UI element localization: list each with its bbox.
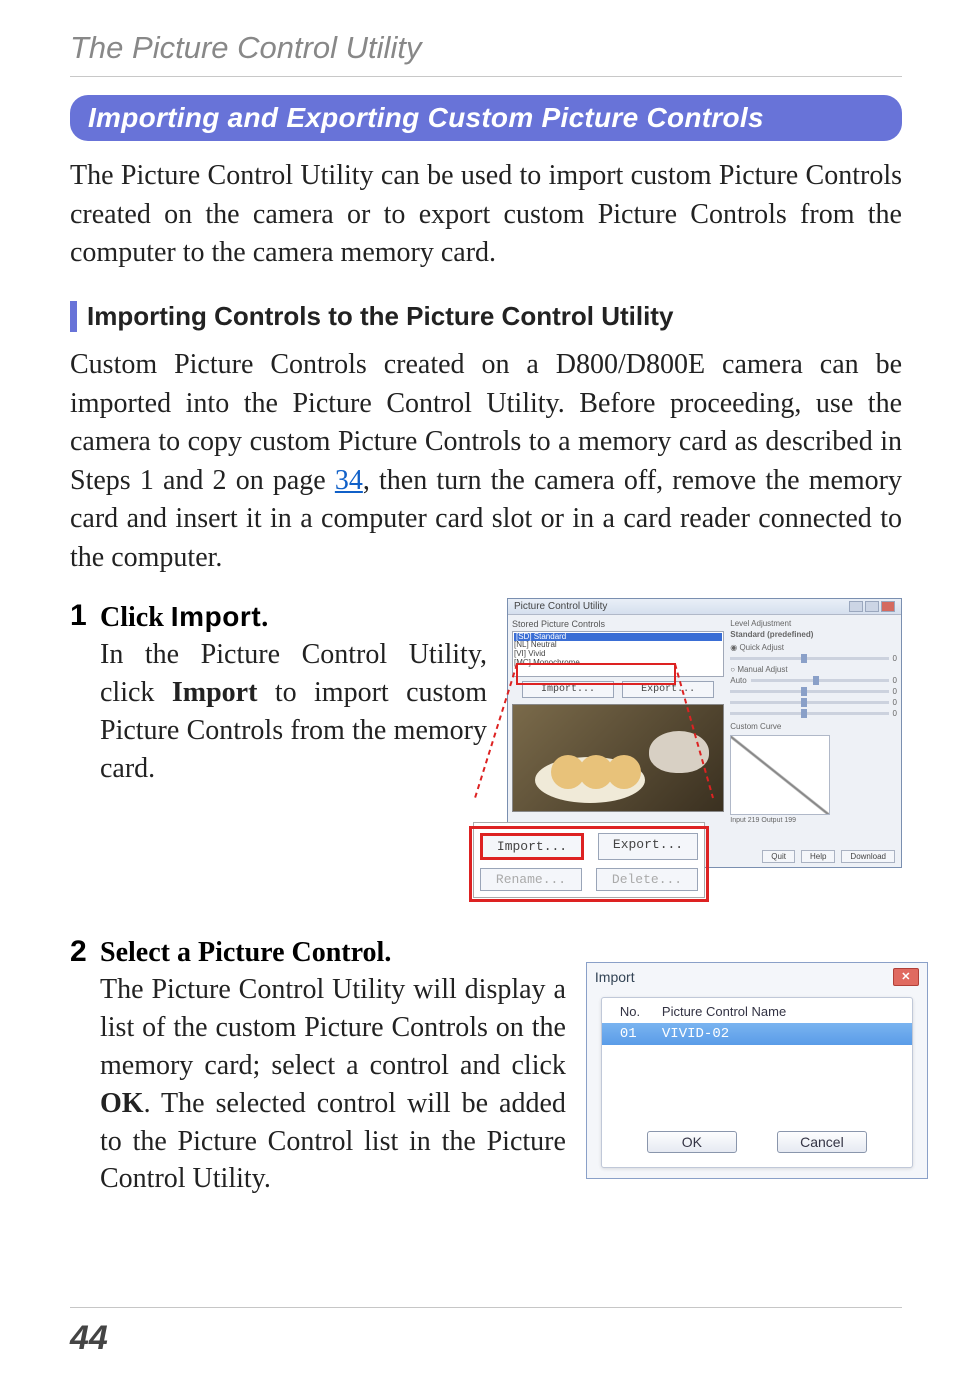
curve-io-label: Input 219 Output 199 <box>730 817 897 824</box>
import-row-name: VIVID-02 <box>662 1026 729 1042</box>
step-1-title-prefix: Click <box>100 602 171 633</box>
page-section-title: The Picture Control Utility <box>70 30 902 66</box>
pc-window-title: Picture Control Utility <box>514 601 607 612</box>
step-1: 1 Click Import. In the Picture Control U… <box>70 598 902 868</box>
close-icon[interactable]: ✕ <box>893 968 919 986</box>
ok-button[interactable]: OK <box>647 1131 737 1153</box>
section-heading: Importing and Exporting Custom Picture C… <box>70 95 902 141</box>
close-icon[interactable] <box>881 601 895 612</box>
step-2-number: 2 <box>70 934 100 970</box>
cancel-button[interactable]: Cancel <box>777 1131 867 1153</box>
footer-rule <box>70 1307 902 1308</box>
step-2-body: The Picture Control Utility will display… <box>100 971 566 1198</box>
callout-red-frame <box>469 826 709 902</box>
step-1-title-emphasis: Import <box>171 601 261 632</box>
step2-body-pre: The Picture Control Utility will display… <box>100 974 566 1081</box>
maximize-icon[interactable] <box>865 601 879 612</box>
quick-adjust-label: Quick Adjust <box>739 643 783 652</box>
export-button[interactable]: Export... <box>622 681 714 698</box>
manual-adjust-label: Manual Adjust <box>737 665 787 674</box>
step-1-number: 1 <box>70 598 100 634</box>
body-paragraph: Custom Picture Controls created on a D80… <box>70 346 902 578</box>
import-dialog-screenshot: Import ✕ No. Picture Control Name 01 VIV… <box>586 962 928 1179</box>
step-1-body: In the Picture Control Utility, click Im… <box>100 636 487 787</box>
column-header-name: Picture Control Name <box>662 1004 786 1019</box>
step2-body-post: . The selected control will be added to … <box>100 1088 566 1195</box>
import-dialog-title: Import <box>595 969 635 985</box>
page-number: 44 <box>70 1319 108 1358</box>
step-2: 2 Select a Picture Control. The Picture … <box>70 934 902 1199</box>
curve-graph[interactable] <box>730 735 830 815</box>
minimize-icon[interactable] <box>849 601 863 612</box>
subsection-accent-bar <box>70 301 77 332</box>
import-list[interactable]: 01 VIVID-02 <box>602 1023 912 1119</box>
subsection-heading: Importing Controls to the Picture Contro… <box>87 301 673 332</box>
auto-label: Auto <box>730 676 746 685</box>
preset-label: Standard (predefined) <box>730 630 897 639</box>
help-button[interactable]: Help <box>801 850 835 863</box>
step1-body-emphasis: Import <box>172 677 258 708</box>
column-header-no: No. <box>620 1004 662 1019</box>
level-adjustment-label: Level Adjustment <box>730 619 897 628</box>
step-1-title-suffix: . <box>261 602 268 633</box>
page-link-34[interactable]: 34 <box>335 465 363 496</box>
download-button[interactable]: Download <box>841 850 895 863</box>
step-1-title: Click Import. <box>100 598 487 637</box>
stored-controls-label: Stored Picture Controls <box>512 619 724 629</box>
list-item[interactable]: [NL] Neutral <box>514 641 722 650</box>
intro-paragraph: The Picture Control Utility can be used … <box>70 157 902 273</box>
step-2-title: Select a Picture Control. <box>100 934 566 972</box>
picture-control-list[interactable]: [SD] Standard [NL] Neutral [VI] Vivid [M… <box>512 631 724 677</box>
import-row-no: 01 <box>620 1026 662 1042</box>
window-controls <box>849 601 895 612</box>
import-button[interactable]: Import... <box>522 681 614 698</box>
quit-button[interactable]: Quit <box>762 850 795 863</box>
import-list-row[interactable]: 01 VIVID-02 <box>602 1023 912 1045</box>
preview-image <box>512 704 724 812</box>
custom-curve-label: Custom Curve <box>730 722 897 731</box>
list-item[interactable]: [MC] Monochrome <box>514 659 722 668</box>
step2-body-emphasis: OK <box>100 1088 144 1119</box>
